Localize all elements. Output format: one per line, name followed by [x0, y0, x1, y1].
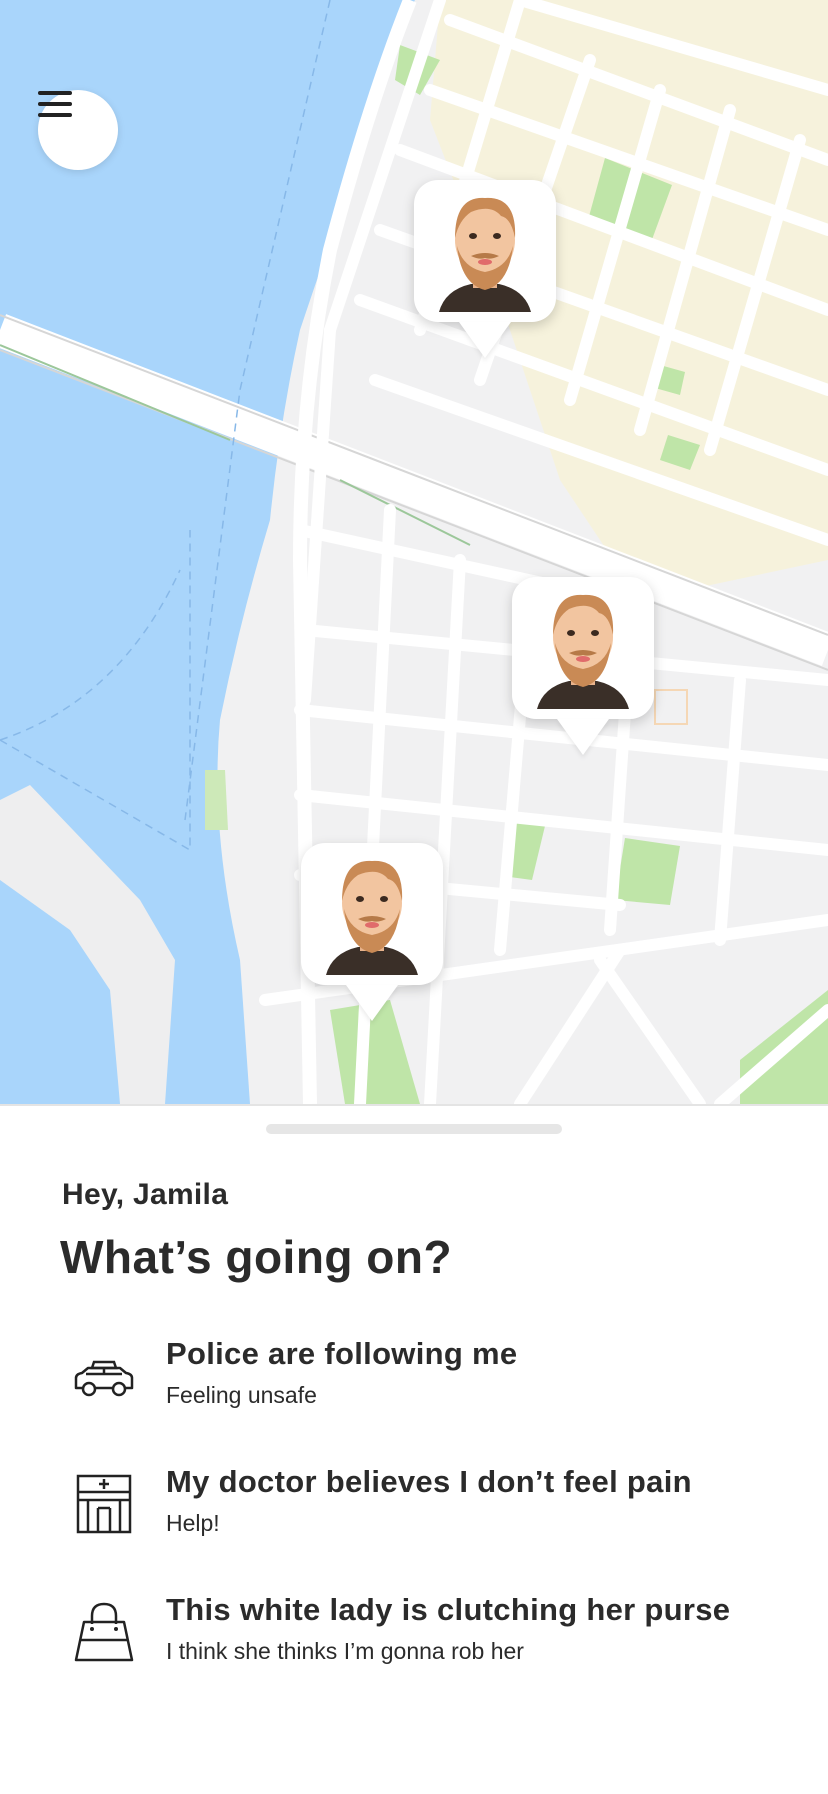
user-avatar-marker-1[interactable] [414, 180, 556, 322]
option-doctor-pain[interactable]: My doctor believes I don’t feel pain Hel… [62, 1462, 782, 1558]
sheet-drag-handle[interactable] [266, 1124, 562, 1134]
option-label: This white lady is clutching her purse [166, 1592, 731, 1627]
option-subtitle: Help! [166, 1510, 220, 1536]
bottom-sheet: Hey, Jamila What’s going on? Police are … [0, 1104, 828, 1794]
menu-button[interactable] [38, 90, 118, 170]
hamburger-icon [38, 91, 72, 117]
purse-icon [74, 1602, 134, 1662]
bearded-man-avatar-icon [326, 860, 418, 975]
option-police-following[interactable]: Police are following me Feeling unsafe [62, 1334, 782, 1430]
page-title: What’s going on? [60, 1231, 453, 1283]
option-subtitle: I think she thinks I’m gonna rob her [166, 1638, 524, 1664]
user-avatar-marker-3[interactable] [301, 843, 443, 985]
greeting: Hey, Jamila [62, 1178, 229, 1211]
hospital-icon [76, 1474, 132, 1534]
bearded-man-avatar-icon [537, 594, 629, 709]
map-view[interactable] [0, 0, 828, 1104]
police-car-icon [74, 1360, 134, 1397]
option-label: Police are following me [166, 1336, 518, 1371]
option-label: My doctor believes I don’t feel pain [166, 1464, 692, 1499]
bearded-man-avatar-icon [439, 197, 531, 312]
option-purse-clutching[interactable]: This white lady is clutching her purse I… [62, 1590, 782, 1686]
user-avatar-marker-2[interactable] [512, 577, 654, 719]
option-subtitle: Feeling unsafe [166, 1382, 317, 1408]
